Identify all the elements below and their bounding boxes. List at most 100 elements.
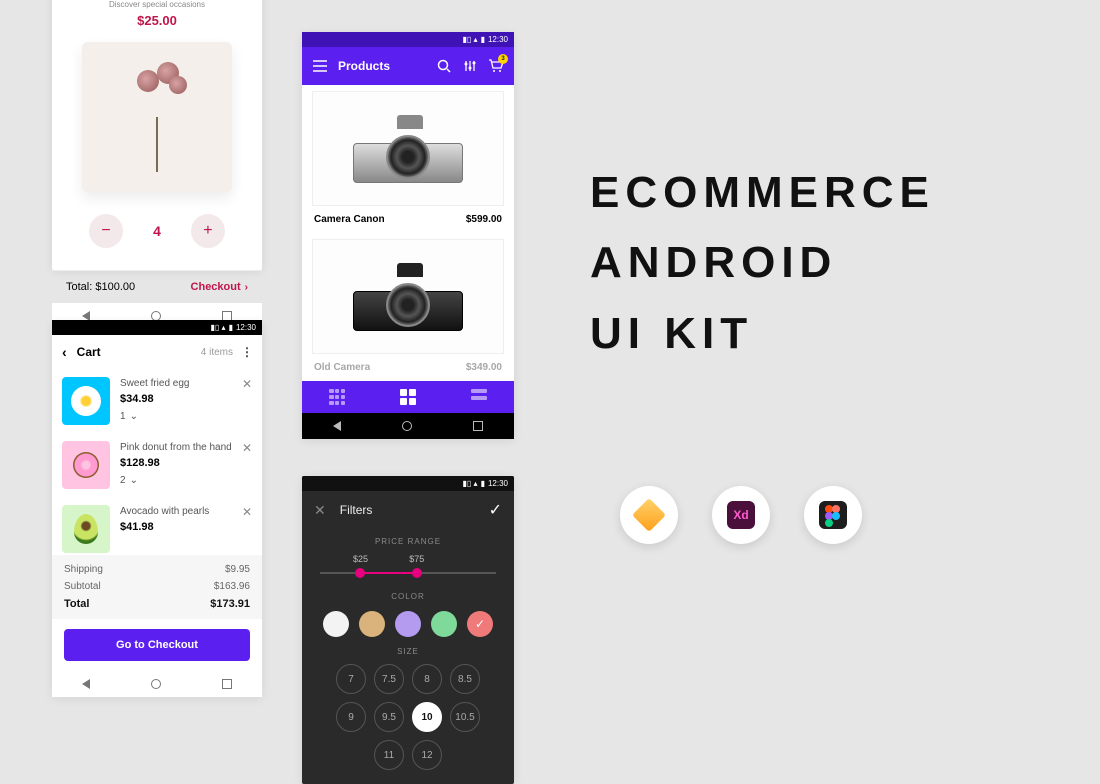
android-navbar: [302, 413, 514, 439]
close-icon[interactable]: ✕: [314, 502, 326, 519]
product-image: [312, 91, 504, 206]
size-option[interactable]: 9: [336, 702, 366, 732]
range-max-handle[interactable]: [412, 568, 422, 578]
app-chips: Xd: [620, 486, 862, 544]
shipping-label: Shipping: [64, 564, 103, 575]
headline-l2: ANDROID: [590, 228, 935, 298]
item-count: 4 items: [201, 347, 233, 358]
cart-icon[interactable]: 3: [488, 58, 504, 74]
products-list-screen: ▮▯ ▴ ▮ 12:30 Products 3 Camera Canon$599…: [302, 32, 514, 439]
size-option[interactable]: 8.5: [450, 664, 480, 694]
filters-screen: ▮▯ ▴ ▮ 12:30 ✕ Filters ✓ PRICE RANGE $25…: [302, 476, 514, 784]
range-min-label: $25: [353, 554, 368, 564]
headline-l3: UI KIT: [590, 299, 935, 369]
header-title: Products: [338, 59, 426, 73]
search-icon[interactable]: [436, 58, 452, 74]
remove-button[interactable]: ✕: [242, 377, 252, 391]
color-swatch[interactable]: [467, 611, 493, 637]
product-card[interactable]: Old Camera $349.00: [302, 233, 514, 381]
remove-button[interactable]: ✕: [242, 441, 252, 455]
decrement-button[interactable]: −: [89, 214, 123, 248]
qty-selector[interactable]: 2⌄: [120, 475, 232, 486]
item-thumb: [62, 377, 110, 425]
product-name: Old Camera: [314, 362, 370, 373]
promo-headline: ECOMMERCE ANDROID UI KIT: [590, 158, 935, 369]
back-icon[interactable]: ‹: [62, 344, 67, 360]
product-card[interactable]: Camera Canon$599.00: [302, 85, 514, 233]
color-swatch[interactable]: [395, 611, 421, 637]
status-time: 12:30: [488, 479, 508, 488]
size-option[interactable]: 11: [374, 740, 404, 770]
item-thumb: [62, 441, 110, 489]
rose-icon: [117, 62, 197, 172]
figma-icon: [819, 501, 847, 529]
sketch-chip: [620, 486, 678, 544]
color-swatch[interactable]: [323, 611, 349, 637]
size-option[interactable]: 8: [412, 664, 442, 694]
list-icon[interactable]: [471, 389, 487, 405]
product-price: $25.00: [52, 13, 262, 28]
chevron-right-icon: ›: [245, 282, 248, 293]
android-navbar: [52, 671, 262, 697]
cart-header: ‹ Cart 4 items ⋮: [52, 335, 262, 369]
size-option[interactable]: 10: [412, 702, 442, 732]
nav-recent-icon[interactable]: [222, 679, 232, 689]
product-name: Camera Canon: [314, 214, 385, 225]
nav-recent-icon[interactable]: [473, 421, 483, 431]
color-swatch[interactable]: [359, 611, 385, 637]
remove-button[interactable]: ✕: [242, 505, 252, 519]
nav-back-icon[interactable]: [82, 679, 90, 689]
nav-home-icon[interactable]: [402, 421, 412, 431]
more-icon[interactable]: ⋮: [241, 345, 252, 359]
quantity-value: 4: [153, 223, 161, 239]
item-name: Sweet fried egg: [120, 377, 232, 390]
checkout-button[interactable]: Go to Checkout: [64, 629, 250, 661]
figma-chip: [804, 486, 862, 544]
price-range-slider[interactable]: $25 $75: [320, 554, 496, 584]
product-image: [312, 239, 504, 354]
checkout-link[interactable]: Checkout›: [191, 281, 248, 293]
xd-chip: Xd: [712, 486, 770, 544]
shipping-value: $9.95: [225, 564, 250, 575]
nav-back-icon[interactable]: [333, 421, 341, 431]
headline-l1: ECOMMERCE: [590, 158, 935, 228]
item-name: Pink donut from the hand: [120, 441, 232, 454]
subtotal-value: $163.96: [214, 581, 250, 592]
size-option[interactable]: 7: [336, 664, 366, 694]
section-color-label: COLOR: [302, 592, 514, 601]
signal-icon: ▮▯ ▴: [211, 323, 226, 332]
cart-badge: 3: [498, 54, 508, 64]
battery-icon: ▮: [481, 35, 485, 44]
item-price: $128.98: [120, 457, 232, 469]
cart-screen: ▮▯ ▴ ▮ 12:30 ‹ Cart 4 items ⋮ Sweet frie…: [52, 320, 262, 697]
menu-icon[interactable]: [312, 58, 328, 74]
cart-summary: Shipping$9.95 Subtotal$163.96 Total$173.…: [52, 555, 262, 619]
size-option[interactable]: 9.5: [374, 702, 404, 732]
subtotal-label: Subtotal: [64, 581, 101, 592]
increment-button[interactable]: +: [191, 214, 225, 248]
size-option[interactable]: 7.5: [374, 664, 404, 694]
item-name: Avocado with pearls: [120, 505, 232, 518]
nav-home-icon[interactable]: [151, 679, 161, 689]
grid-2-icon[interactable]: [400, 389, 416, 405]
filter-icon[interactable]: [462, 58, 478, 74]
filters-title: Filters: [340, 503, 489, 517]
range-min-handle[interactable]: [355, 568, 365, 578]
camera-icon: [353, 115, 463, 183]
apply-icon[interactable]: ✓: [489, 500, 502, 520]
status-bar: ▮▯ ▴ ▮ 12:30: [52, 320, 262, 335]
cart-title: Cart: [77, 345, 201, 359]
filters-header: ✕ Filters ✓: [302, 491, 514, 529]
size-options: 7 7.5 8 8.5 9 9.5 10 10.5 11 12: [302, 656, 514, 784]
size-option[interactable]: 12: [412, 740, 442, 770]
cart-item: Avocado with pearls $41.98 ✕: [52, 497, 262, 555]
grid-3-icon[interactable]: [329, 389, 345, 405]
quantity-stepper: − 4 +: [52, 214, 262, 248]
qty-selector[interactable]: 1⌄: [120, 411, 232, 422]
signal-icon: ▮▯ ▴: [463, 479, 478, 488]
section-price-label: PRICE RANGE: [302, 537, 514, 546]
color-swatch[interactable]: [431, 611, 457, 637]
size-option[interactable]: 10.5: [450, 702, 480, 732]
item-price: $41.98: [120, 521, 232, 533]
product-price: $349.00: [466, 362, 502, 373]
